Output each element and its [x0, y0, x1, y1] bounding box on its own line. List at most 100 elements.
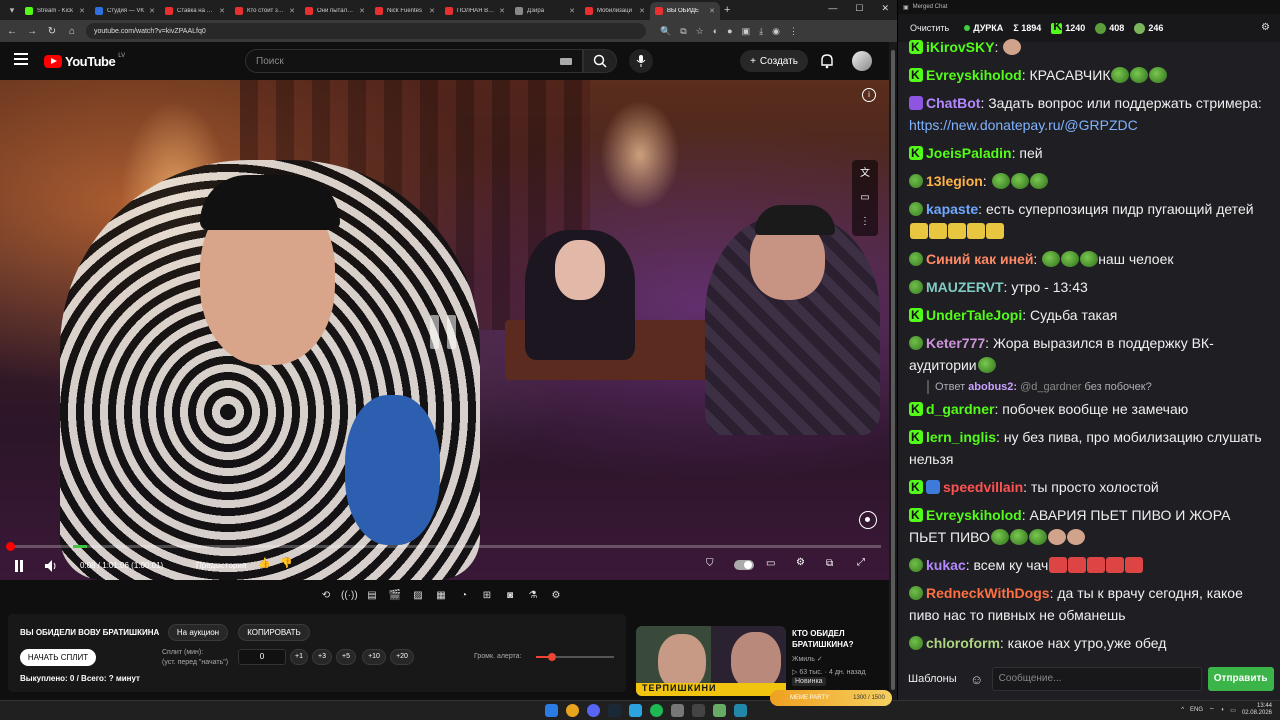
split-increment-button[interactable]: +3 [312, 649, 332, 665]
tab-close-icon[interactable]: ✕ [569, 7, 575, 15]
back-icon[interactable]: ← [6, 26, 18, 37]
tab-close-icon[interactable]: ✕ [709, 7, 715, 15]
chat-username[interactable]: Синий как иней [926, 251, 1033, 267]
scrollbar-thumb[interactable] [891, 50, 895, 690]
speaker-icon[interactable]: ◖ [1221, 707, 1225, 713]
app-icon[interactable] [671, 704, 684, 717]
new-tab-button[interactable]: + [724, 4, 730, 16]
chat-username[interactable]: chloroform [926, 635, 1000, 651]
browser-tab[interactable]: Мобилизаци ✕ [580, 2, 650, 20]
profile-icon[interactable]: ◉ [772, 26, 780, 37]
tab-close-icon[interactable]: ✕ [219, 7, 225, 15]
flask-icon[interactable]: ⚗ [525, 588, 541, 604]
hamburger-menu-icon[interactable] [14, 53, 28, 65]
volume-button[interactable] [44, 559, 58, 576]
fullscreen-icon[interactable]: ⤢ [857, 557, 865, 568]
alert-volume-slider[interactable] [536, 653, 614, 661]
split-minutes-input[interactable]: 0 [238, 649, 286, 665]
media-overlay-pill[interactable]: MEME PARTY 1300 / 1500 [770, 690, 892, 706]
emoji-icon[interactable]: ☺ [968, 672, 986, 687]
chat-username[interactable]: ChatBot [926, 95, 980, 111]
start-split-button[interactable]: НАЧАТЬ СПЛИТ [20, 649, 96, 666]
chapter-title[interactable]: Предыстория [196, 561, 246, 570]
tab-close-icon[interactable]: ✕ [79, 7, 85, 15]
recommended-video-title[interactable]: КТО ОБИДЕЛ БРАТИШКИНА? [792, 628, 884, 650]
video-player[interactable]: i 文 ▭ ⋮ 0:08 / 1:01:06 (1:00:01) Предыст… [0, 80, 889, 580]
chat-message-input[interactable]: Сообщение... [991, 667, 1202, 691]
tab-close-icon[interactable]: ✕ [359, 7, 365, 15]
maximize-icon[interactable]: ☐ [855, 3, 863, 14]
picture-icon[interactable]: ▨ [410, 588, 426, 604]
chrome-icon[interactable] [566, 704, 579, 717]
keyboard-icon[interactable] [560, 58, 572, 65]
translate-icon[interactable]: ⧉ [680, 26, 686, 37]
chat-username[interactable]: speedvillain [943, 479, 1023, 495]
chat-username[interactable]: UnderTaleJopi [926, 307, 1022, 323]
film-icon[interactable]: ▦ [433, 588, 449, 604]
tab-close-icon[interactable]: ✕ [429, 7, 435, 15]
search-input[interactable]: Поиск [245, 49, 583, 73]
record-circle-icon[interactable] [859, 511, 877, 529]
split-increment-button[interactable]: +20 [390, 649, 414, 665]
loop-icon[interactable]: ⟲ [318, 588, 334, 604]
gear-icon[interactable]: ⚙ [548, 588, 564, 604]
spotify-icon[interactable] [650, 704, 663, 717]
copy-button[interactable]: КОПИРОВАТЬ [238, 624, 310, 641]
autoplay-toggle[interactable] [734, 560, 754, 573]
start-icon[interactable] [545, 704, 558, 717]
network-icon[interactable]: ⌔ [1209, 706, 1215, 714]
tab-close-icon[interactable]: ✕ [499, 7, 505, 15]
split-increment-button[interactable]: +10 [362, 649, 386, 665]
camera-icon[interactable]: ◙ [502, 588, 518, 604]
app-icon[interactable] [734, 704, 747, 717]
page-scrollbar[interactable] [889, 42, 897, 700]
language-indicator[interactable]: ENG [1190, 707, 1203, 713]
subtitles-icon[interactable]: ▭ [860, 188, 869, 208]
steam-icon[interactable] [608, 704, 621, 717]
clapper-icon[interactable]: 🎬 [387, 588, 403, 604]
browser-tab[interactable]: Они пытались ✕ [300, 2, 370, 20]
browser-tab[interactable]: Ставка на выс ✕ [160, 2, 230, 20]
notifications-bell-icon[interactable] [820, 53, 834, 74]
browser-tab[interactable]: Кто стоит за з ✕ [230, 2, 300, 20]
progress-bar[interactable] [5, 542, 881, 551]
chat-username[interactable]: Evreyskiholod [926, 507, 1022, 523]
shield-icon[interactable]: ⛉ [706, 558, 714, 569]
progress-scrubber[interactable] [5, 542, 15, 551]
like-icon[interactable]: 👍 [258, 558, 270, 569]
url-field[interactable]: youtube.com/watch?v=kivZPAALfq0 [86, 23, 646, 39]
chat-username[interactable]: lern_inglis [926, 429, 996, 445]
clock[interactable]: 13:44 02.08.2026 [1242, 703, 1272, 717]
chat-username[interactable]: JoeisPaladin [926, 145, 1012, 161]
speed-icon[interactable]: ◔ [456, 588, 472, 604]
info-icon[interactable]: i [862, 88, 876, 102]
browser-tab[interactable]: Stream - Kick ✕ [20, 2, 90, 20]
app-icon[interactable] [713, 704, 726, 717]
app-icon[interactable] [692, 704, 705, 717]
browser-tab[interactable]: Дзира ✕ [510, 2, 580, 20]
extension-icon[interactable]: ▣ [742, 26, 751, 37]
extension-icon[interactable]: ● [727, 26, 732, 37]
chat-username[interactable]: kukac [926, 557, 966, 573]
tab-close-icon[interactable]: ✕ [289, 7, 295, 15]
chat-username[interactable]: MAUZERVT [926, 279, 1004, 295]
chat-settings-gear-icon[interactable]: ⚙ [1261, 22, 1270, 33]
home-icon[interactable]: ⌂ [66, 26, 78, 37]
account-avatar[interactable] [852, 51, 872, 71]
chat-username[interactable]: RedneckWithDogs [926, 585, 1050, 601]
tray-chevron-icon[interactable]: ^ [1181, 707, 1184, 713]
youtube-logo[interactable]: YouTube LV [44, 53, 125, 69]
chat-username[interactable]: kapaste [926, 201, 978, 217]
subtitles-icon[interactable]: ▭ [766, 558, 775, 569]
screenshot-icon[interactable]: ▤ [364, 588, 380, 604]
channel-name[interactable]: Жмиль [792, 656, 815, 663]
reload-icon[interactable]: ↻ [46, 26, 58, 37]
pause-button[interactable] [14, 560, 24, 575]
miniplayer-icon[interactable]: ⧉ [826, 558, 833, 569]
voice-search-button[interactable] [629, 49, 653, 73]
chat-messages[interactable]: iKirovSKY: Evreyskiholod: КРАСАВЧИК ChatB… [898, 36, 1280, 660]
recommended-video-thumbnail[interactable]: ТЕРПИШКИНИ [636, 626, 786, 696]
broadcast-icon[interactable]: ((·)) [341, 588, 358, 604]
chat-username[interactable]: 13legion [926, 173, 983, 189]
chat-username[interactable]: Evreyskiholod [926, 67, 1022, 83]
